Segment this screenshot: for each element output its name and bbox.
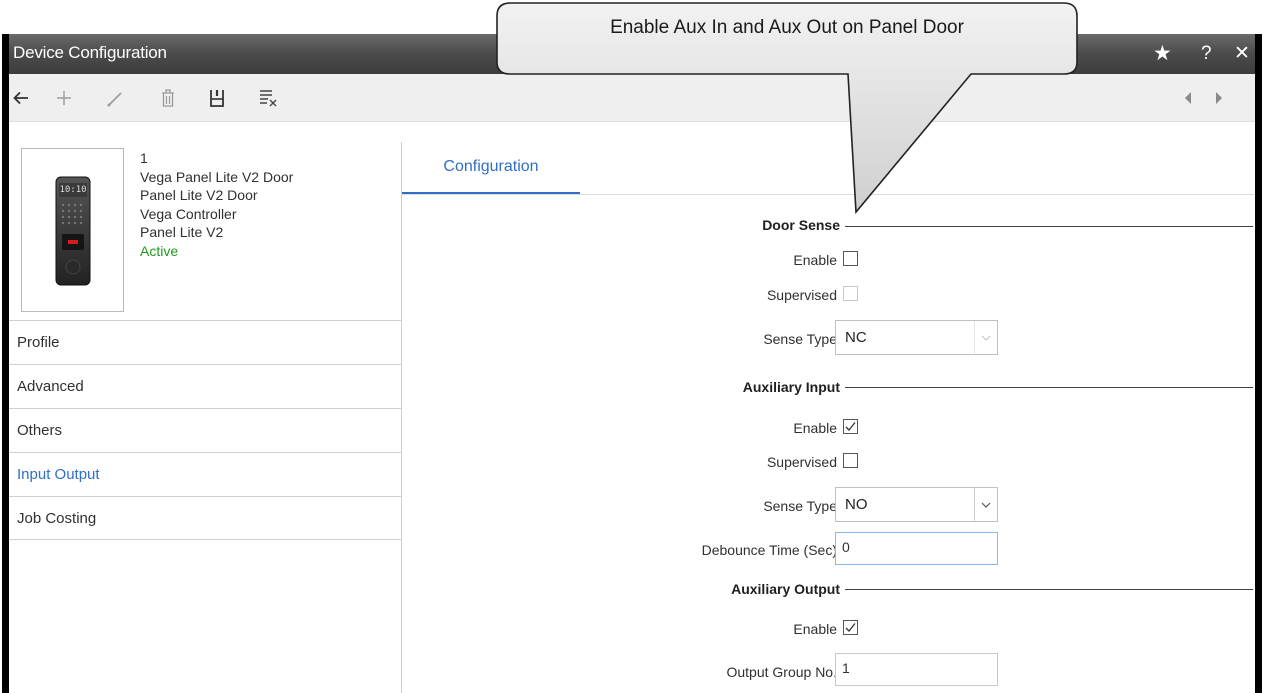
tab-configuration[interactable]: Configuration <box>402 142 580 194</box>
device-clock-text: 10:10 <box>59 185 87 195</box>
section-divider <box>845 226 1253 227</box>
door-sense-type-label: Sense Type <box>763 331 837 347</box>
aux-output-enable-checkbox[interactable] <box>843 620 858 635</box>
device-controller: Vega Controller <box>140 205 237 222</box>
door-sense-supervised-label: Supervised <box>766 287 837 303</box>
tab-bar: Configuration <box>402 142 1255 195</box>
clear-list-icon <box>260 90 277 107</box>
window-frame: Device Configuration ★ ? ✕ 10:10 1 Vega … <box>2 34 1262 693</box>
output-group-label: Output Group No. <box>726 664 837 680</box>
add-button[interactable] <box>52 86 76 110</box>
device-info: 1 Vega Panel Lite V2 Door Panel Lite V2 … <box>140 149 293 261</box>
door-sense-type-select[interactable]: NC <box>835 320 998 355</box>
aux-input-sense-type-select[interactable]: NO <box>835 487 998 522</box>
auxiliary-output-heading: Auxiliary Output <box>731 581 840 597</box>
clear-button[interactable] <box>256 86 280 110</box>
device-type: Panel Lite V2 <box>140 224 224 241</box>
callout-annotation: Enable Aux In and Aux Out on Panel Door <box>496 2 1078 215</box>
device-configuration-window: Device Configuration ★ ? ✕ 10:10 1 Vega … <box>9 34 1255 693</box>
nav-item-others[interactable]: Others <box>9 408 401 452</box>
chevron-down-icon <box>974 488 997 521</box>
trash-icon <box>162 89 174 107</box>
door-sense-enable-checkbox[interactable] <box>843 251 858 266</box>
chevron-down-icon <box>974 321 997 354</box>
window-title: Device Configuration <box>13 43 167 62</box>
close-icon[interactable]: ✕ <box>1234 41 1250 67</box>
device-image: 10:10 <box>21 148 124 312</box>
chevron-right-icon <box>1216 92 1222 104</box>
door-sense-heading: Door Sense <box>762 217 840 233</box>
chevron-left-icon <box>1185 92 1191 104</box>
arrow-left-icon <box>13 91 28 105</box>
section-divider <box>845 589 1253 590</box>
back-button[interactable] <box>9 86 33 110</box>
nav-item-advanced[interactable]: Advanced <box>9 364 401 408</box>
door-sense-enable-label: Enable <box>793 252 837 268</box>
door-sense-type-value: NC <box>845 329 867 346</box>
save-icon <box>210 90 224 107</box>
toolbar <box>9 74 1255 122</box>
auxiliary-input-heading: Auxiliary Input <box>742 379 840 395</box>
debounce-time-input[interactable]: 0 <box>835 532 998 565</box>
device-id: 1 <box>140 150 148 166</box>
save-button[interactable] <box>205 86 229 110</box>
edit-button[interactable] <box>104 86 128 110</box>
aux-input-enable-label: Enable <box>793 420 837 436</box>
checkmark-icon <box>845 623 856 632</box>
section-divider <box>845 387 1253 388</box>
aux-input-enable-checkbox[interactable] <box>843 419 858 434</box>
pencil-icon <box>107 92 122 107</box>
aux-input-supervised-label: Supervised <box>766 454 837 470</box>
left-panel: 10:10 1 Vega Panel Lite V2 Door Panel Li… <box>9 142 402 693</box>
device-name: Vega Panel Lite V2 Door <box>140 168 294 185</box>
delete-button[interactable] <box>156 86 180 110</box>
device-status: Active <box>140 242 179 259</box>
aux-input-sense-type-label: Sense Type <box>763 498 837 514</box>
access-panel-device-icon <box>55 176 91 286</box>
plus-icon <box>57 91 71 105</box>
settings-nav: Profile Advanced Others Input Output Job… <box>9 320 401 540</box>
aux-input-supervised-checkbox[interactable] <box>843 453 858 468</box>
device-model: Panel Lite V2 Door <box>140 187 258 204</box>
debounce-time-label: Debounce Time (Sec) <box>701 542 837 558</box>
checkmark-icon <box>845 422 856 431</box>
favorite-star-icon[interactable]: ★ <box>1153 41 1172 67</box>
callout-text: Enable Aux In and Aux Out on Panel Door <box>610 17 964 38</box>
output-group-input[interactable]: 1 <box>835 653 998 686</box>
nav-item-input-output[interactable]: Input Output <box>9 452 401 496</box>
door-sense-supervised-checkbox <box>843 286 858 301</box>
aux-output-enable-label: Enable <box>793 621 837 637</box>
help-icon[interactable]: ? <box>1201 41 1212 67</box>
previous-record-button[interactable] <box>1176 86 1200 110</box>
nav-item-profile[interactable]: Profile <box>9 320 401 364</box>
aux-input-sense-type-value: NO <box>845 496 868 513</box>
nav-item-job-costing[interactable]: Job Costing <box>9 496 401 540</box>
next-record-button[interactable] <box>1207 86 1231 110</box>
